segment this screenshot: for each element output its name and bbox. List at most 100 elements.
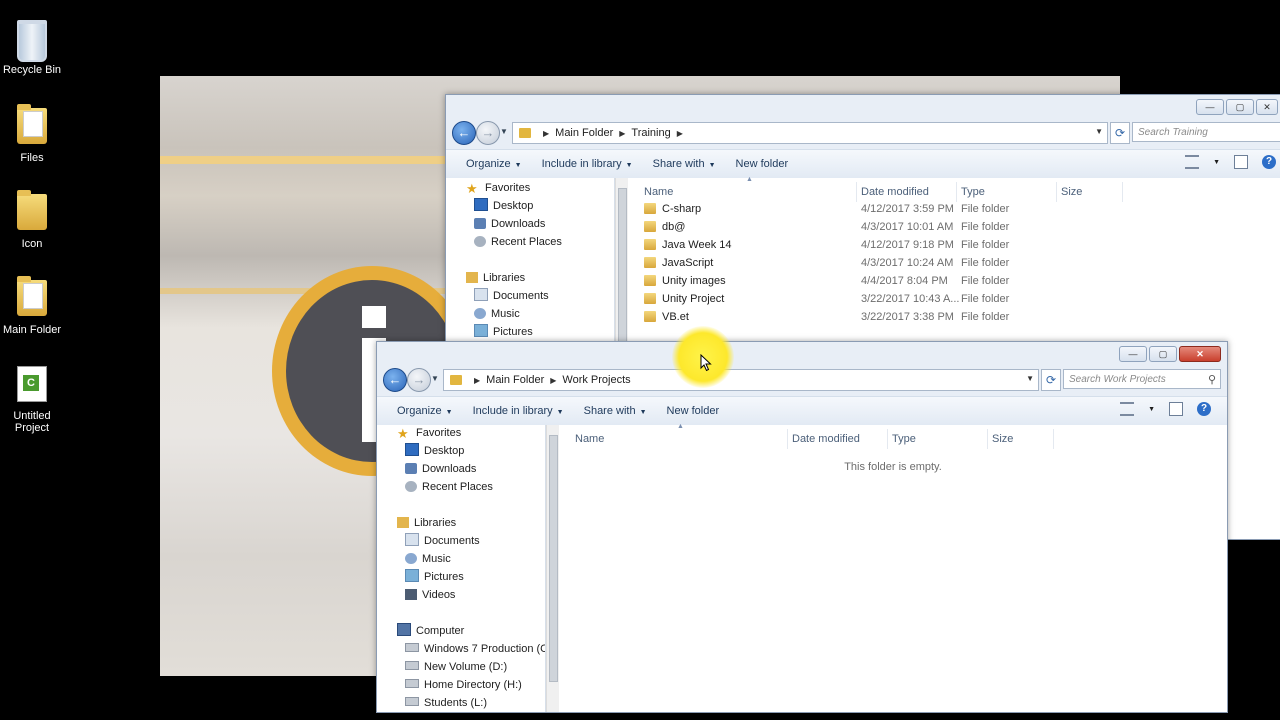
nav-documents[interactable]: Documents <box>405 533 480 549</box>
nav-pictures[interactable]: Pictures <box>474 324 533 340</box>
list-item[interactable]: Unity Project 3/22/2017 10:43 A... File fo… <box>628 290 1280 308</box>
nav-libraries[interactable]: Libraries <box>466 270 525 286</box>
column-divider[interactable] <box>1122 182 1123 202</box>
nav-pane-scrollbar[interactable] <box>546 425 559 712</box>
address-bar[interactable]: ▶ Main Folder ▶ Work Projects ▼ <box>443 369 1039 391</box>
column-header-date[interactable]: Date modified <box>792 433 860 445</box>
new-folder-button[interactable]: New folder <box>667 405 720 417</box>
column-divider[interactable] <box>887 429 888 449</box>
share-with-menu[interactable]: Share with ▼ <box>653 158 716 170</box>
organize-menu[interactable]: Organize ▼ <box>397 405 453 417</box>
column-divider[interactable] <box>1056 182 1057 202</box>
scrollbar-thumb[interactable] <box>549 435 558 682</box>
column-header-size[interactable]: Size <box>992 433 1013 445</box>
desktop-icon-files[interactable]: Files <box>0 104 64 164</box>
column-header-name[interactable]: Name <box>644 186 673 198</box>
column-divider[interactable] <box>956 182 957 202</box>
address-bar[interactable]: ▶ Main Folder ▶ Training ▶ ▼ <box>512 122 1108 144</box>
nav-downloads[interactable]: Downloads <box>474 216 545 232</box>
title-bar[interactable]: — ▢ ✕ <box>377 342 1227 364</box>
preview-pane-icon[interactable] <box>1169 402 1183 416</box>
maximize-button[interactable]: ▢ <box>1149 346 1177 362</box>
nav-drive-c[interactable]: Windows 7 Production (C:) <box>405 641 545 657</box>
chevron-right-icon[interactable]: ▶ <box>677 129 683 138</box>
search-input[interactable]: Search Work Projects ⚲ <box>1063 369 1221 389</box>
nav-recent-places[interactable]: Recent Places <box>405 479 493 495</box>
column-divider[interactable] <box>856 182 857 202</box>
column-header-size[interactable]: Size <box>1061 186 1082 198</box>
share-with-menu[interactable]: Share with ▼ <box>584 405 647 417</box>
nav-favorites[interactable]: ★ Favorites <box>397 425 461 441</box>
forward-button[interactable]: → <box>476 121 500 145</box>
breadcrumb-training[interactable]: Training <box>631 127 670 139</box>
column-header-name[interactable]: Name <box>575 433 604 445</box>
nav-music[interactable]: Music <box>474 306 520 322</box>
nav-drive-d[interactable]: New Volume (D:) <box>405 659 507 675</box>
nav-downloads[interactable]: Downloads <box>405 461 476 477</box>
minimize-button[interactable]: — <box>1119 346 1147 362</box>
desktop-icon-untitled-project[interactable]: Untitled Project <box>0 366 64 434</box>
list-item[interactable]: JavaScript 4/3/2017 10:24 AM File folder <box>628 254 1280 272</box>
address-dropdown-icon[interactable]: ▼ <box>1026 374 1034 383</box>
desktop-icon-icon-folder[interactable]: Icon <box>0 190 64 250</box>
breadcrumb-work-projects[interactable]: Work Projects <box>562 374 630 386</box>
breadcrumb-main-folder[interactable]: Main Folder <box>486 374 544 386</box>
list-item[interactable]: VB.et 3/22/2017 3:38 PM File folder <box>628 308 1280 326</box>
list-item[interactable]: Java Week 14 4/12/2017 9:18 PM File folder <box>628 236 1280 254</box>
organize-menu[interactable]: Organize ▼ <box>466 158 522 170</box>
nav-computer[interactable]: Computer <box>397 623 464 639</box>
chevron-down-icon[interactable]: ▼ <box>1148 406 1155 413</box>
nav-drive-l[interactable]: Students (L:) <box>405 695 487 711</box>
explorer-window-work-projects[interactable]: — ▢ ✕ ← → ▼ ▶ Main Folder ▶ Work Project… <box>376 341 1228 713</box>
column-divider[interactable] <box>787 429 788 449</box>
back-button[interactable]: ← <box>383 368 407 392</box>
refresh-button[interactable]: ⟳ <box>1041 369 1061 391</box>
search-input[interactable]: Search Training⚲ <box>1132 122 1280 142</box>
list-item[interactable]: Unity images 4/4/2017 8:04 PM File folder <box>628 272 1280 290</box>
refresh-button[interactable]: ⟳ <box>1110 122 1130 144</box>
breadcrumb-main-folder[interactable]: Main Folder <box>555 127 613 139</box>
column-header-date[interactable]: Date modified <box>861 186 929 198</box>
nav-desktop[interactable]: Desktop <box>474 198 533 214</box>
nav-desktop[interactable]: Desktop <box>405 443 464 459</box>
nav-videos[interactable]: Videos <box>405 587 455 603</box>
nav-libraries[interactable]: Libraries <box>397 515 456 531</box>
recent-pages-dropdown[interactable]: ▼ <box>431 374 439 383</box>
nav-music[interactable]: Music <box>405 551 451 567</box>
title-bar[interactable]: — ▢ ✕ <box>446 95 1280 117</box>
help-icon[interactable]: ? <box>1197 402 1211 416</box>
chevron-right-icon[interactable]: ▶ <box>619 129 625 138</box>
chevron-right-icon[interactable]: ▶ <box>474 376 480 385</box>
minimize-button[interactable]: — <box>1196 99 1224 115</box>
nav-pictures[interactable]: Pictures <box>405 569 464 585</box>
recent-pages-dropdown[interactable]: ▼ <box>500 127 508 136</box>
nav-recent-places[interactable]: Recent Places <box>474 234 562 250</box>
close-button[interactable]: ✕ <box>1256 99 1278 115</box>
nav-documents[interactable]: Documents <box>474 288 549 304</box>
desktop-icon-main-folder[interactable]: Main Folder <box>0 276 64 336</box>
close-button[interactable]: ✕ <box>1179 346 1221 362</box>
help-icon[interactable]: ? <box>1262 155 1276 169</box>
preview-pane-icon[interactable] <box>1234 155 1248 169</box>
nav-favorites[interactable]: ★ Favorites <box>466 180 530 196</box>
list-item[interactable]: db@ 4/3/2017 10:01 AM File folder <box>628 218 1280 236</box>
address-dropdown-icon[interactable]: ▼ <box>1095 127 1103 136</box>
nav-drive-h[interactable]: Home Directory (H:) <box>405 677 522 693</box>
maximize-button[interactable]: ▢ <box>1226 99 1254 115</box>
column-divider[interactable] <box>1053 429 1054 449</box>
column-divider[interactable] <box>987 429 988 449</box>
desktop-icon-recycle-bin[interactable]: Recycle Bin <box>0 20 64 76</box>
chevron-down-icon[interactable]: ▼ <box>1213 159 1220 166</box>
change-view-icon[interactable] <box>1120 402 1135 416</box>
column-header-type[interactable]: Type <box>892 433 916 445</box>
chevron-right-icon[interactable]: ▶ <box>550 376 556 385</box>
include-in-library-menu[interactable]: Include in library ▼ <box>473 405 564 417</box>
back-button[interactable]: ← <box>452 121 476 145</box>
list-item[interactable]: C-sharp 4/12/2017 3:59 PM File folder <box>628 200 1280 218</box>
change-view-icon[interactable] <box>1185 155 1200 169</box>
column-header-type[interactable]: Type <box>961 186 985 198</box>
include-in-library-menu[interactable]: Include in library ▼ <box>542 158 633 170</box>
forward-button[interactable]: → <box>407 368 431 392</box>
chevron-right-icon[interactable]: ▶ <box>543 129 549 138</box>
new-folder-button[interactable]: New folder <box>736 158 789 170</box>
